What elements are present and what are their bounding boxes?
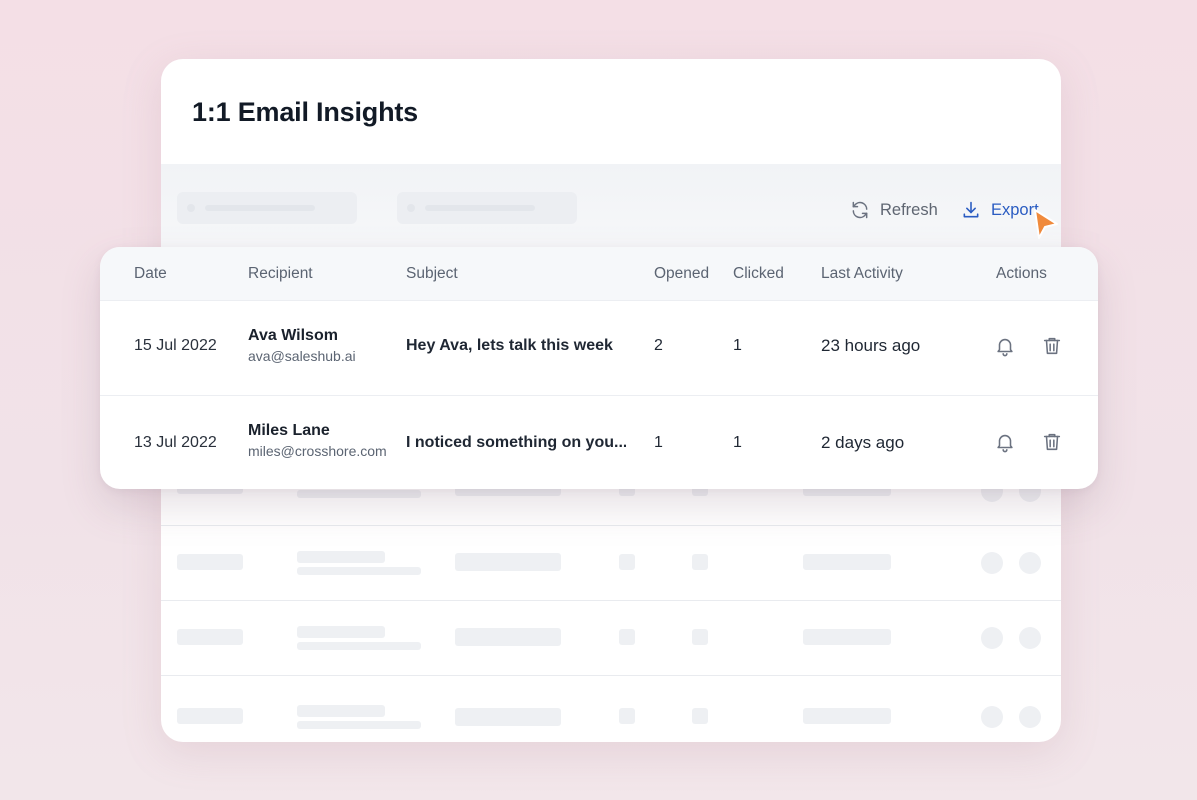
- opened-count: 2: [654, 337, 663, 354]
- recipient-email: miles@crosshore.com: [248, 443, 387, 459]
- table-header: Date Recipient Subject Opened Clicked La…: [100, 247, 1098, 301]
- recipient-email: ava@saleshub.ai: [248, 348, 356, 364]
- trash-icon[interactable]: [1041, 431, 1063, 453]
- refresh-button[interactable]: Refresh: [850, 197, 938, 223]
- column-header-opened[interactable]: Opened: [654, 265, 709, 283]
- column-header-date[interactable]: Date: [134, 265, 167, 283]
- placeholder-row: [161, 675, 1061, 742]
- table-row[interactable]: 15 Jul 2022 Ava Wilsom ava@saleshub.ai H…: [100, 301, 1098, 395]
- column-header-actions: Actions: [996, 265, 1047, 282]
- clicked-count: 1: [733, 337, 742, 354]
- filter-placeholder[interactable]: [177, 192, 357, 224]
- last-activity: 2 days ago: [821, 433, 905, 452]
- placeholder-row: [161, 600, 1061, 675]
- opened-count: 1: [654, 434, 663, 451]
- date-cell: 13 Jul 2022: [134, 434, 217, 451]
- subject-cell[interactable]: I noticed something on you...: [406, 434, 626, 452]
- email-table: Date Recipient Subject Opened Clicked La…: [100, 247, 1098, 489]
- clicked-count: 1: [733, 434, 742, 451]
- filter-placeholder[interactable]: [397, 192, 577, 224]
- column-header-last-activity[interactable]: Last Activity: [821, 265, 903, 283]
- trash-icon[interactable]: [1041, 335, 1063, 357]
- subject-cell[interactable]: Hey Ava, lets talk this week: [406, 337, 613, 355]
- export-label: Export: [991, 200, 1039, 219]
- refresh-icon: [850, 200, 870, 220]
- column-header-subject[interactable]: Subject: [406, 265, 458, 283]
- recipient-name: Miles Lane: [248, 422, 330, 439]
- bell-icon[interactable]: [994, 431, 1016, 453]
- bell-icon[interactable]: [994, 335, 1016, 357]
- page-title: 1:1 Email Insights: [192, 97, 418, 127]
- column-header-clicked[interactable]: Clicked: [733, 265, 784, 283]
- refresh-label: Refresh: [880, 200, 938, 219]
- download-icon: [961, 200, 981, 220]
- recipient-name: Ava Wilsom: [248, 327, 338, 344]
- mouse-cursor-icon: [1033, 208, 1061, 240]
- table-row[interactable]: 13 Jul 2022 Miles Lane miles@crosshore.c…: [100, 395, 1098, 489]
- export-button[interactable]: Export: [961, 197, 1039, 223]
- placeholder-row: [161, 525, 1061, 600]
- date-cell: 15 Jul 2022: [134, 337, 217, 354]
- last-activity: 23 hours ago: [821, 336, 921, 355]
- column-header-recipient[interactable]: Recipient: [248, 265, 313, 283]
